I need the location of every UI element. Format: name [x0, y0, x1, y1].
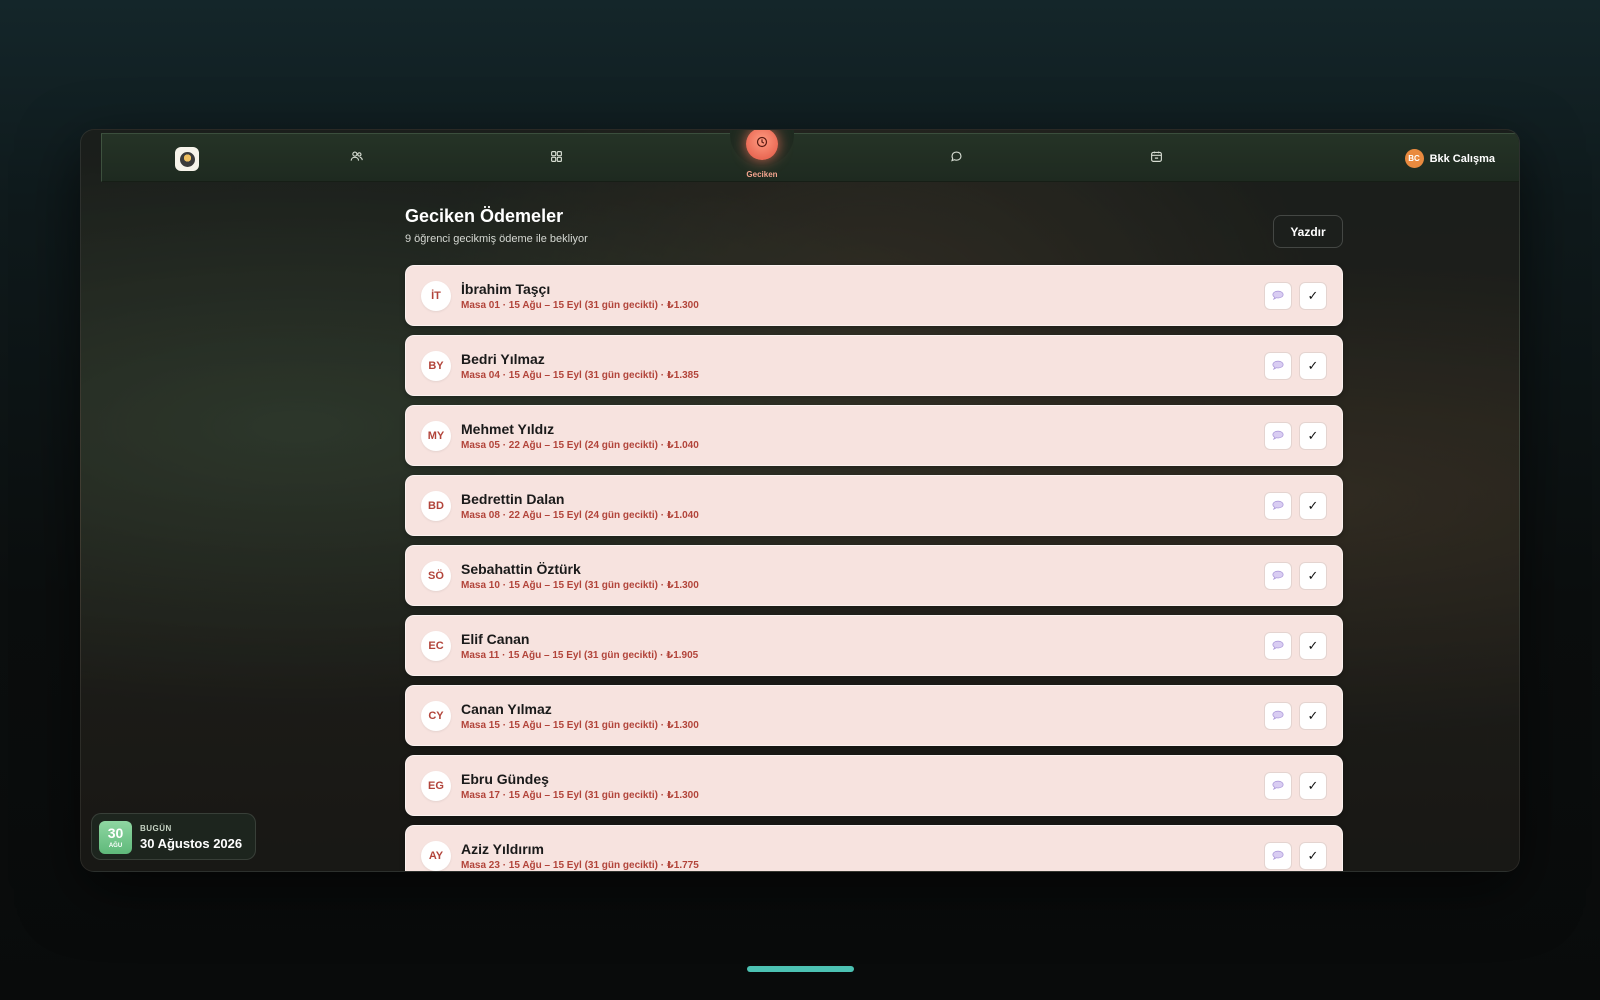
app-window: Geciken BC Bkk Calışma Geciken Ödemeler … [80, 129, 1520, 872]
student-avatar: MY [421, 421, 451, 451]
clock-icon [756, 135, 768, 153]
student-name: Bedri Yılmaz [461, 351, 545, 367]
student-avatar: BD [421, 491, 451, 521]
late-payment-row[interactable]: BD Bedrettin Dalan Masa 08 · 22 Ağu – 15… [405, 475, 1343, 536]
late-payment-row[interactable]: CY Canan Yılmaz Masa 15 · 15 Ağu – 15 Ey… [405, 685, 1343, 746]
late-payment-row[interactable]: EG Ebru Gündeş Masa 17 · 15 Ağu – 15 Eyl… [405, 755, 1343, 816]
student-avatar: SÖ [421, 561, 451, 591]
payment-detail: Masa 05 · 22 Ağu – 15 Eyl (24 gün gecikt… [461, 440, 699, 451]
date-month: AĞU [108, 843, 123, 849]
payment-detail: Masa 10 · 15 Ağu – 15 Eyl (31 gün gecikt… [461, 580, 699, 591]
speech-bubble-icon [1272, 287, 1284, 305]
student-name: Canan Yılmaz [461, 701, 552, 717]
student-name: Aziz Yıldırım [461, 841, 544, 857]
main-content: Geciken Ödemeler 9 öğrenci gecikmiş ödem… [405, 182, 1343, 871]
date-badge: 30 AĞU [99, 821, 132, 854]
user-menu[interactable]: BC Bkk Calışma [1404, 149, 1495, 168]
late-payment-row[interactable]: BY Bedri Yılmaz Masa 04 · 15 Ağu – 15 Ey… [405, 335, 1343, 396]
nav-users[interactable] [345, 148, 367, 170]
page-subtitle: 9 öğrenci gecikmiş ödeme ile bekliyor [405, 233, 588, 245]
nav-active-label: Geciken [746, 170, 778, 179]
nav-dashboard[interactable] [545, 148, 567, 170]
send-message-button[interactable] [1264, 702, 1292, 730]
nav-late-payments[interactable] [746, 130, 778, 160]
speech-bubble-icon [1272, 637, 1284, 655]
mark-paid-button[interactable]: ✓ [1299, 702, 1327, 730]
send-message-button[interactable] [1264, 562, 1292, 590]
send-message-button[interactable] [1264, 282, 1292, 310]
student-avatar: BY [421, 351, 451, 381]
page-title: Geciken Ödemeler [405, 206, 564, 226]
student-avatar: CY [421, 701, 451, 731]
student-name: Elif Canan [461, 631, 530, 647]
late-payment-row[interactable]: İT İbrahim Taşçı Masa 01 · 15 Ağu – 15 E… [405, 265, 1343, 326]
send-message-button[interactable] [1264, 632, 1292, 660]
mark-paid-button[interactable]: ✓ [1299, 842, 1327, 870]
student-avatar: AY [421, 841, 451, 871]
grid-icon [550, 150, 563, 168]
speech-bubble-icon [1272, 357, 1284, 375]
mark-paid-button[interactable]: ✓ [1299, 492, 1327, 520]
payment-detail: Masa 04 · 15 Ağu – 15 Eyl (31 gün gecikt… [461, 370, 699, 381]
home-indicator[interactable] [747, 966, 854, 972]
send-message-button[interactable] [1264, 772, 1292, 800]
payment-detail: Masa 15 · 15 Ağu – 15 Eyl (31 gün gecikt… [461, 720, 699, 731]
speech-bubble-icon [1272, 567, 1284, 585]
send-message-button[interactable] [1264, 352, 1292, 380]
speech-bubble-icon [1272, 777, 1284, 795]
today-date: 30 Ağustos 2026 [140, 836, 243, 851]
student-name: İbrahim Taşçı [461, 281, 551, 297]
late-payments-list: İT İbrahim Taşçı Masa 01 · 15 Ağu – 15 E… [405, 265, 1343, 871]
nav-calendar[interactable] [1145, 148, 1167, 170]
user-name: Bkk Calışma [1429, 152, 1495, 165]
late-payment-row[interactable]: MY Mehmet Yıldız Masa 05 · 22 Ağu – 15 E… [405, 405, 1343, 466]
users-icon [350, 150, 363, 168]
chat-icon [950, 150, 963, 168]
late-payment-row[interactable]: SÖ Sebahattin Öztürk Masa 10 · 15 Ağu – … [405, 545, 1343, 606]
student-name: Ebru Gündeş [461, 771, 549, 787]
speech-bubble-icon [1272, 427, 1284, 445]
student-name: Sebahattin Öztürk [461, 561, 581, 577]
mark-paid-button[interactable]: ✓ [1299, 422, 1327, 450]
speech-bubble-icon [1272, 707, 1284, 725]
mark-paid-button[interactable]: ✓ [1299, 632, 1327, 660]
late-payment-row[interactable]: EC Elif Canan Masa 11 · 15 Ağu – 15 Eyl … [405, 615, 1343, 676]
mark-paid-button[interactable]: ✓ [1299, 282, 1327, 310]
calendar-icon [1150, 150, 1163, 168]
send-message-button[interactable] [1264, 422, 1292, 450]
mark-paid-button[interactable]: ✓ [1299, 562, 1327, 590]
payment-detail: Masa 23 · 15 Ağu – 15 Eyl (31 gün gecikt… [461, 860, 699, 871]
payment-detail: Masa 11 · 15 Ağu – 15 Eyl (31 gün gecikt… [461, 650, 699, 661]
student-name: Mehmet Yıldız [461, 421, 555, 437]
student-avatar: İT [421, 281, 451, 311]
payment-detail: Masa 17 · 15 Ağu – 15 Eyl (31 gün gecikt… [461, 790, 699, 801]
payment-detail: Masa 01 · 15 Ağu – 15 Eyl (31 gün gecikt… [461, 300, 699, 311]
nav-messages[interactable] [945, 148, 967, 170]
today-widget: 30 AĞU BUGÜN 30 Ağustos 2026 [91, 813, 256, 860]
student-name: Bedrettin Dalan [461, 491, 565, 507]
speech-bubble-icon [1272, 497, 1284, 515]
late-payment-row[interactable]: AY Aziz Yıldırım Masa 23 · 15 Ağu – 15 E… [405, 825, 1343, 871]
print-button[interactable]: Yazdır [1273, 215, 1343, 248]
app-logo-icon[interactable] [175, 147, 199, 171]
mark-paid-button[interactable]: ✓ [1299, 772, 1327, 800]
send-message-button[interactable] [1264, 842, 1292, 870]
top-navigation-bar: Geciken BC Bkk Calışma [101, 130, 1519, 182]
date-day: 30 [107, 825, 124, 841]
send-message-button[interactable] [1264, 492, 1292, 520]
today-label: BUGÜN [140, 824, 172, 833]
student-avatar: EG [421, 771, 451, 801]
avatar: BC [1404, 149, 1424, 168]
payment-detail: Masa 08 · 22 Ağu – 15 Eyl (24 gün gecikt… [461, 510, 699, 521]
speech-bubble-icon [1272, 847, 1284, 865]
mark-paid-button[interactable]: ✓ [1299, 352, 1327, 380]
student-avatar: EC [421, 631, 451, 661]
